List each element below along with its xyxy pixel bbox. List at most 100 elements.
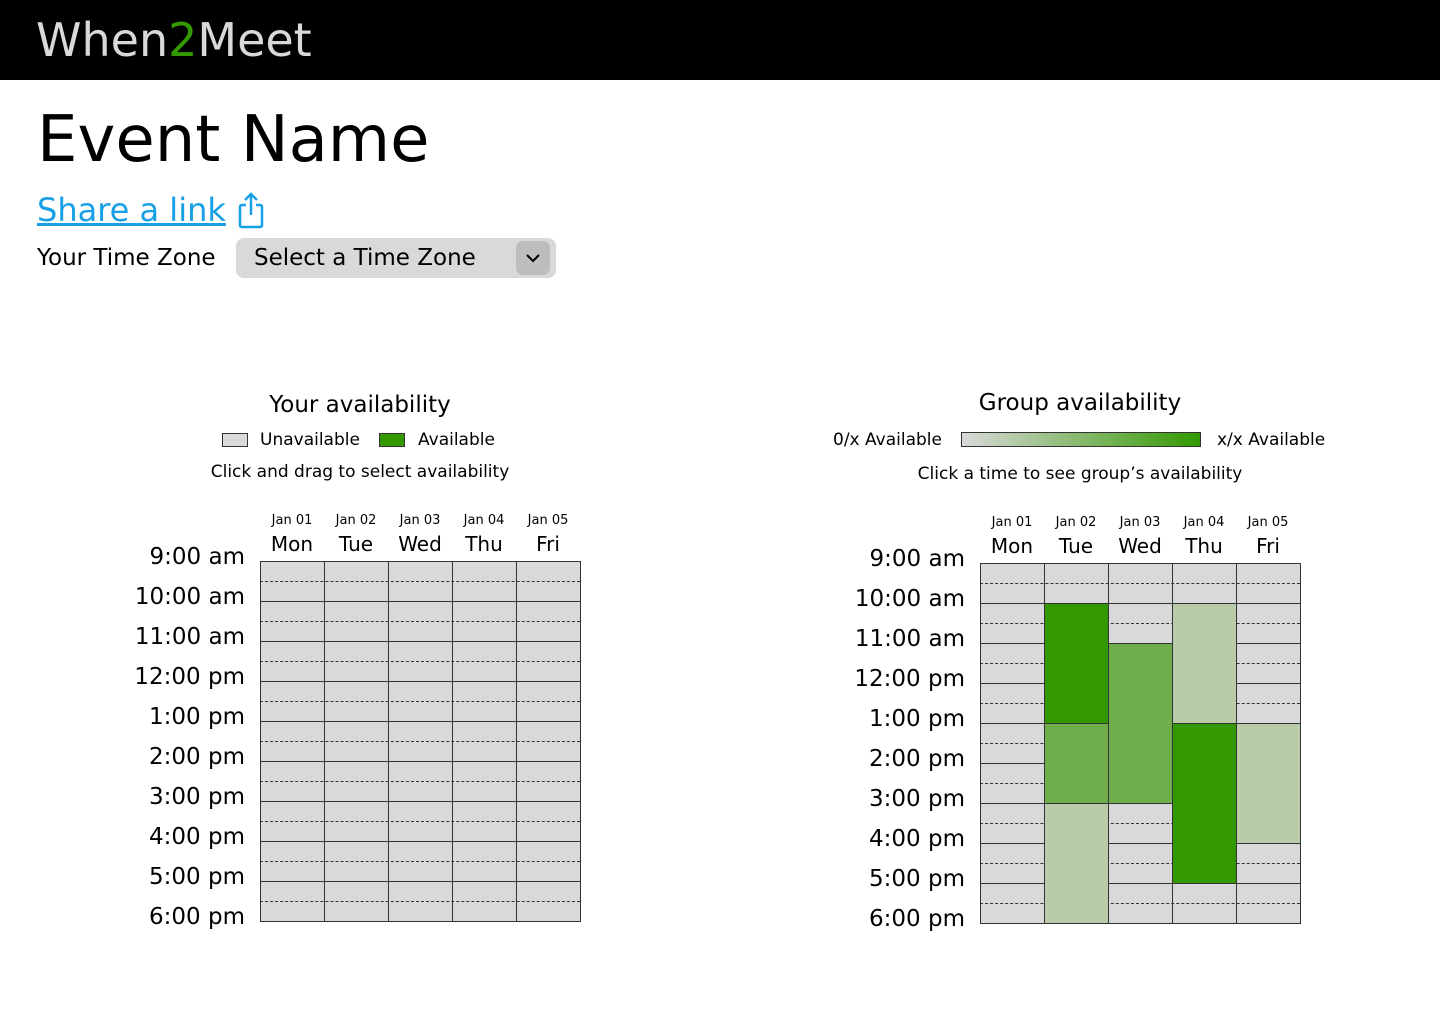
your-slot-cell[interactable] [324, 721, 388, 741]
group-slot-cell[interactable] [1108, 903, 1172, 923]
your-slot-cell[interactable] [388, 721, 452, 741]
your-slot-cell[interactable] [452, 581, 516, 601]
your-slot-cell[interactable] [516, 761, 580, 781]
your-slot-cell[interactable] [260, 781, 324, 801]
group-slot-cell[interactable] [980, 683, 1044, 703]
group-slot-cell[interactable] [1108, 883, 1172, 903]
your-slot-cell[interactable] [516, 861, 580, 881]
your-slot-cell[interactable] [388, 901, 452, 921]
your-slot-cell[interactable] [516, 721, 580, 741]
your-slot-cell[interactable] [324, 881, 388, 901]
group-slot-cell[interactable] [1236, 603, 1300, 623]
your-slot-cell[interactable] [516, 741, 580, 761]
your-slot-cell[interactable] [260, 881, 324, 901]
your-slot-cell[interactable] [260, 821, 324, 841]
your-slot-cell[interactable] [260, 601, 324, 621]
group-slot-cell[interactable] [980, 883, 1044, 903]
your-slot-cell[interactable] [324, 601, 388, 621]
your-slot-cell[interactable] [452, 641, 516, 661]
group-slot-cell[interactable] [1044, 583, 1108, 603]
your-slot-cell[interactable] [388, 761, 452, 781]
share-link[interactable]: Share a link [37, 191, 226, 229]
your-slot-cell[interactable] [260, 801, 324, 821]
your-slot-cell[interactable] [452, 621, 516, 641]
group-slot-cell[interactable] [980, 803, 1044, 823]
group-slot-cell[interactable] [980, 723, 1044, 743]
group-slot-cell[interactable] [1236, 623, 1300, 643]
your-slot-cell[interactable] [452, 801, 516, 821]
your-slot-cell[interactable] [516, 661, 580, 681]
app-logo[interactable]: When2Meet [36, 12, 312, 68]
your-slot-cell[interactable] [452, 901, 516, 921]
group-slot-cell[interactable] [1108, 583, 1172, 603]
group-slot-cell[interactable] [980, 703, 1044, 723]
your-slot-cell[interactable] [452, 681, 516, 701]
your-slot-cell[interactable] [388, 821, 452, 841]
your-slot-cell[interactable] [388, 741, 452, 761]
chevron-down-icon[interactable] [516, 241, 550, 275]
your-slot-cell[interactable] [388, 841, 452, 861]
your-slot-cell[interactable] [324, 821, 388, 841]
your-slot-cell[interactable] [324, 761, 388, 781]
your-slot-cell[interactable] [388, 781, 452, 801]
your-slot-cell[interactable] [516, 621, 580, 641]
your-slot-cell[interactable] [452, 701, 516, 721]
your-slot-cell[interactable] [388, 661, 452, 681]
group-slot-cell[interactable] [1172, 583, 1236, 603]
group-slot-cell[interactable] [980, 623, 1044, 643]
timezone-select[interactable]: Select a Time Zone [236, 238, 556, 278]
your-slot-cell[interactable] [260, 581, 324, 601]
group-slot-cell[interactable] [1108, 563, 1172, 583]
your-slot-cell[interactable] [452, 561, 516, 581]
your-slot-cell[interactable] [324, 901, 388, 921]
your-slot-cell[interactable] [324, 621, 388, 641]
your-slot-cell[interactable] [388, 561, 452, 581]
group-slot-cell[interactable] [980, 843, 1044, 863]
your-slot-cell[interactable] [324, 681, 388, 701]
group-slot-cell[interactable] [1236, 863, 1300, 883]
your-slot-cell[interactable] [516, 781, 580, 801]
group-slot-cell[interactable] [1108, 863, 1172, 883]
your-slot-cell[interactable] [452, 781, 516, 801]
your-slot-cell[interactable] [516, 701, 580, 721]
your-slot-cell[interactable] [388, 601, 452, 621]
group-slot-cell[interactable] [1236, 583, 1300, 603]
your-slot-cell[interactable] [516, 681, 580, 701]
your-slot-cell[interactable] [452, 661, 516, 681]
group-slot-cell[interactable] [1108, 803, 1172, 823]
group-slot-cell[interactable] [980, 863, 1044, 883]
your-slot-cell[interactable] [260, 841, 324, 861]
group-slot-cell[interactable] [1236, 843, 1300, 863]
your-slot-cell[interactable] [260, 681, 324, 701]
your-slot-cell[interactable] [260, 621, 324, 641]
your-slot-cell[interactable] [388, 701, 452, 721]
group-slot-cell[interactable] [980, 563, 1044, 583]
group-slot-cell[interactable] [1108, 823, 1172, 843]
group-slot-cell[interactable] [980, 603, 1044, 623]
your-slot-cell[interactable] [516, 601, 580, 621]
your-slot-cell[interactable] [388, 621, 452, 641]
share-icon[interactable] [238, 191, 264, 229]
your-slot-cell[interactable] [388, 641, 452, 661]
your-slot-cell[interactable] [260, 641, 324, 661]
your-slot-cell[interactable] [516, 801, 580, 821]
your-slot-cell[interactable] [260, 741, 324, 761]
group-slot-cell[interactable] [1172, 883, 1236, 903]
your-slot-cell[interactable] [452, 841, 516, 861]
your-slot-cell[interactable] [324, 641, 388, 661]
your-slot-cell[interactable] [516, 581, 580, 601]
group-slot-cell[interactable] [1108, 623, 1172, 643]
your-slot-cell[interactable] [260, 761, 324, 781]
your-slot-cell[interactable] [452, 761, 516, 781]
group-slot-cell[interactable] [980, 583, 1044, 603]
your-slot-cell[interactable] [324, 861, 388, 881]
group-availability-block[interactable] [1044, 803, 1109, 924]
your-slot-cell[interactable] [260, 661, 324, 681]
group-slot-cell[interactable] [1236, 883, 1300, 903]
group-availability-block[interactable] [1044, 603, 1109, 724]
your-slot-cell[interactable] [260, 901, 324, 921]
your-slot-cell[interactable] [388, 881, 452, 901]
your-slot-cell[interactable] [324, 701, 388, 721]
group-slot-cell[interactable] [980, 763, 1044, 783]
your-slot-cell[interactable] [516, 841, 580, 861]
